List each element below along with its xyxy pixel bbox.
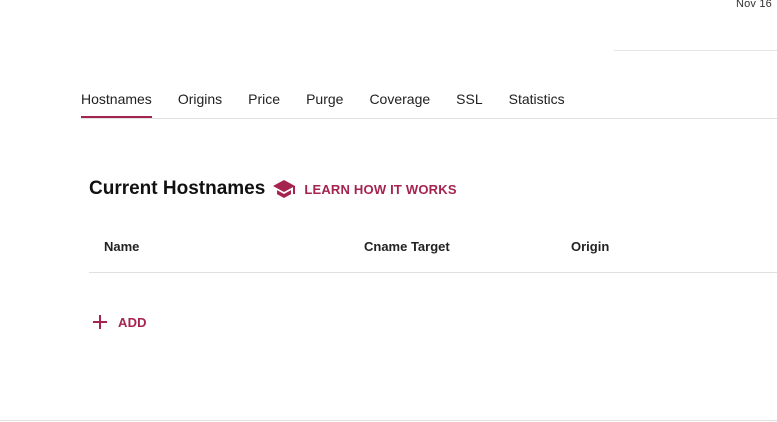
- hostnames-table-header: Name Cname Target Origin: [89, 228, 777, 273]
- tab-coverage[interactable]: Coverage: [369, 84, 430, 117]
- date-text: Nov 16: [735, 0, 772, 10]
- section-header: Current Hostnames LEARN HOW IT WORKS: [89, 177, 457, 201]
- add-hostname-button[interactable]: ADD: [90, 312, 147, 332]
- tab-bar: Hostnames Origins Price Purge Coverage S…: [81, 84, 777, 119]
- graduation-cap-icon: [272, 177, 296, 201]
- column-header-name: Name: [104, 239, 140, 254]
- tab-hostnames[interactable]: Hostnames: [81, 84, 152, 118]
- learn-how-it-works-link[interactable]: LEARN HOW IT WORKS: [272, 177, 457, 201]
- tab-price[interactable]: Price: [248, 84, 280, 117]
- tab-origins[interactable]: Origins: [178, 84, 222, 117]
- column-header-cname-target: Cname Target: [364, 239, 450, 254]
- header-divider: [614, 50, 777, 51]
- tab-statistics[interactable]: Statistics: [509, 84, 565, 117]
- tab-purge[interactable]: Purge: [306, 84, 343, 117]
- add-label: ADD: [118, 314, 147, 330]
- bottom-divider: [0, 420, 777, 421]
- tab-ssl[interactable]: SSL: [456, 84, 482, 117]
- section-title: Current Hostnames: [89, 178, 266, 199]
- column-header-origin: Origin: [571, 239, 610, 254]
- page: Nov 16 Hostnames Origins Price Purge Cov…: [0, 0, 777, 422]
- plus-icon: [90, 312, 110, 332]
- learn-how-it-works-label: LEARN HOW IT WORKS: [304, 181, 457, 197]
